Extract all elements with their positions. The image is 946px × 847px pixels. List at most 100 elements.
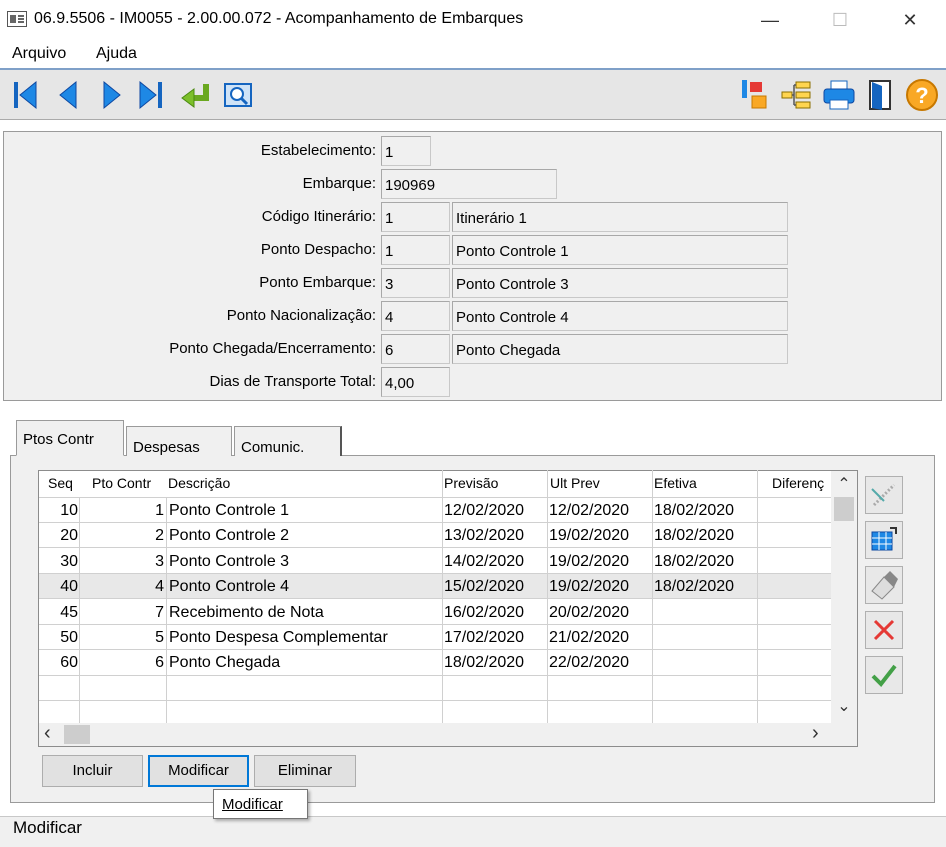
- chegada-label: Ponto Chegada/Encerramento:: [169, 340, 376, 357]
- despacho-label: Ponto Despacho:: [260, 241, 376, 258]
- cell-ult-prev: 20/02/2020: [549, 604, 630, 621]
- col-header-previsao[interactable]: Previsão: [444, 475, 498, 491]
- status-bar: [0, 816, 946, 847]
- embarque-field[interactable]: 190969: [381, 169, 557, 199]
- status-text: Modificar: [13, 818, 82, 837]
- ponto-embarque-label: Ponto Embarque:: [259, 274, 376, 291]
- horizontal-scroll-thumb[interactable]: [64, 725, 90, 744]
- col-header-seq[interactable]: Seq: [48, 475, 73, 491]
- cell-seq: 60: [60, 654, 78, 671]
- app-icon[interactable]: [7, 11, 27, 27]
- grid-line: [39, 700, 831, 701]
- grid-line: [547, 470, 548, 723]
- transfer-icon[interactable]: [738, 78, 770, 112]
- grid-edit-icon[interactable]: [865, 521, 903, 559]
- menu-arquivo[interactable]: Arquivo: [12, 45, 66, 63]
- cell-descricao: Ponto Despesa Complementar: [169, 629, 388, 646]
- nacionalizacao-code-field[interactable]: 4: [381, 301, 450, 331]
- nacionalizacao-label: Ponto Nacionalização:: [226, 307, 376, 324]
- col-header-pto-contr[interactable]: Pto Contr: [92, 475, 151, 491]
- horizontal-scrollbar[interactable]: [39, 723, 857, 746]
- estabelecimento-field[interactable]: 1: [381, 136, 431, 166]
- tooltip: Modificar: [213, 789, 308, 819]
- incluir-button[interactable]: Incluir: [42, 755, 143, 787]
- window-title: 06.9.5506 - IM0055 - 2.00.00.072 - Acomp…: [34, 10, 524, 27]
- scroll-down-icon[interactable]: ⌄: [834, 696, 854, 716]
- cell-ult-prev: 19/02/2020: [549, 553, 630, 570]
- grid-line: [442, 470, 443, 723]
- cell-pto-contr: 1: [155, 502, 164, 519]
- tab-comunic[interactable]: Comunic.: [234, 426, 342, 456]
- help-icon[interactable]: ?: [905, 78, 938, 112]
- menu-ajuda[interactable]: Ajuda: [96, 45, 137, 63]
- modificar-button[interactable]: Modificar: [148, 755, 249, 787]
- grid-line: [757, 470, 758, 723]
- print-icon[interactable]: [822, 78, 855, 112]
- help-glyph: ?: [915, 83, 928, 108]
- cell-ult-prev: 19/02/2020: [549, 527, 630, 544]
- cell-descricao: Recebimento de Nota: [169, 604, 324, 621]
- cell-ult-prev: 21/02/2020: [549, 629, 630, 646]
- cell-efetiva: 18/02/2020: [654, 527, 735, 544]
- ponto-embarque-code-field[interactable]: 3: [381, 268, 450, 298]
- eliminar-button[interactable]: Eliminar: [254, 755, 356, 787]
- exit-door-icon[interactable]: [864, 78, 896, 112]
- cell-descricao: Ponto Controle 3: [169, 553, 290, 570]
- cell-pto-contr: 6: [155, 654, 164, 671]
- cell-previsao: 12/02/2020: [444, 502, 525, 519]
- ponto-embarque-desc-field: Ponto Controle 3: [452, 268, 788, 298]
- itinerario-label: Código Itinerário:: [261, 208, 376, 225]
- chegada-code-field[interactable]: 6: [381, 334, 450, 364]
- estabelecimento-label: Estabelecimento:: [260, 142, 376, 159]
- confirm-icon[interactable]: [865, 656, 903, 694]
- cell-pto-contr: 3: [155, 553, 164, 570]
- title-bar: 06.9.5506 - IM0055 - 2.00.00.072 - Acomp…: [0, 0, 946, 40]
- last-icon[interactable]: [136, 78, 168, 112]
- itinerario-desc-field: Itinerário 1: [452, 202, 788, 232]
- maximize-button[interactable]: ☐: [828, 8, 852, 32]
- cell-previsao: 16/02/2020: [444, 604, 525, 621]
- itinerario-code-field[interactable]: 1: [381, 202, 450, 232]
- col-header-efetiva[interactable]: Efetiva: [654, 475, 697, 491]
- tab-despesas[interactable]: Despesas: [126, 426, 232, 456]
- cell-efetiva: [654, 650, 756, 675]
- cell-seq: 10: [60, 502, 78, 519]
- chegada-desc-field: Ponto Chegada: [452, 334, 788, 364]
- cell-seq: 50: [60, 629, 78, 646]
- minimize-button[interactable]: —: [758, 8, 782, 32]
- cell-efetiva: 18/02/2020: [654, 502, 735, 519]
- scroll-right-icon[interactable]: ›: [812, 722, 828, 744]
- cell-efetiva: [654, 600, 756, 625]
- col-header-ult-prev[interactable]: Ult Prev: [550, 475, 600, 491]
- cell-previsao: 14/02/2020: [444, 553, 525, 570]
- col-header-diferenca[interactable]: Diferenç: [772, 475, 830, 491]
- cell-seq: 30: [60, 553, 78, 570]
- search-icon[interactable]: [222, 78, 254, 112]
- next-icon[interactable]: [96, 78, 128, 112]
- col-header-descricao[interactable]: Descrição: [168, 475, 230, 491]
- edit-line-icon[interactable]: [865, 476, 903, 514]
- cell-previsao: 15/02/2020: [444, 578, 525, 595]
- cell-efetiva: 18/02/2020: [654, 553, 735, 570]
- cell-seq: 40: [60, 578, 78, 595]
- cell-pto-contr: 2: [155, 527, 164, 544]
- erase-icon[interactable]: [865, 566, 903, 604]
- tree-icon[interactable]: [780, 78, 812, 112]
- cell-descricao: Ponto Chegada: [169, 654, 281, 671]
- scroll-left-icon[interactable]: ‹: [44, 722, 60, 744]
- nacionalizacao-desc-field: Ponto Controle 4: [452, 301, 788, 331]
- first-icon[interactable]: [10, 78, 42, 112]
- grid-line: [39, 675, 831, 676]
- cell-previsao: 18/02/2020: [444, 654, 525, 671]
- dias-transporte-label: Dias de Transporte Total:: [209, 373, 376, 390]
- vertical-scroll-thumb[interactable]: [834, 497, 854, 521]
- tab-ptos-contr[interactable]: Ptos Contr: [16, 420, 124, 456]
- previous-icon[interactable]: [52, 78, 84, 112]
- enter-icon[interactable]: [178, 78, 210, 112]
- cell-pto-contr: 4: [155, 578, 164, 595]
- close-button[interactable]: ✕: [898, 8, 922, 32]
- cancel-icon[interactable]: [865, 611, 903, 649]
- embarque-label: Embarque:: [302, 175, 376, 192]
- despacho-code-field[interactable]: 1: [381, 235, 450, 265]
- scroll-up-icon[interactable]: ⌃: [834, 474, 854, 494]
